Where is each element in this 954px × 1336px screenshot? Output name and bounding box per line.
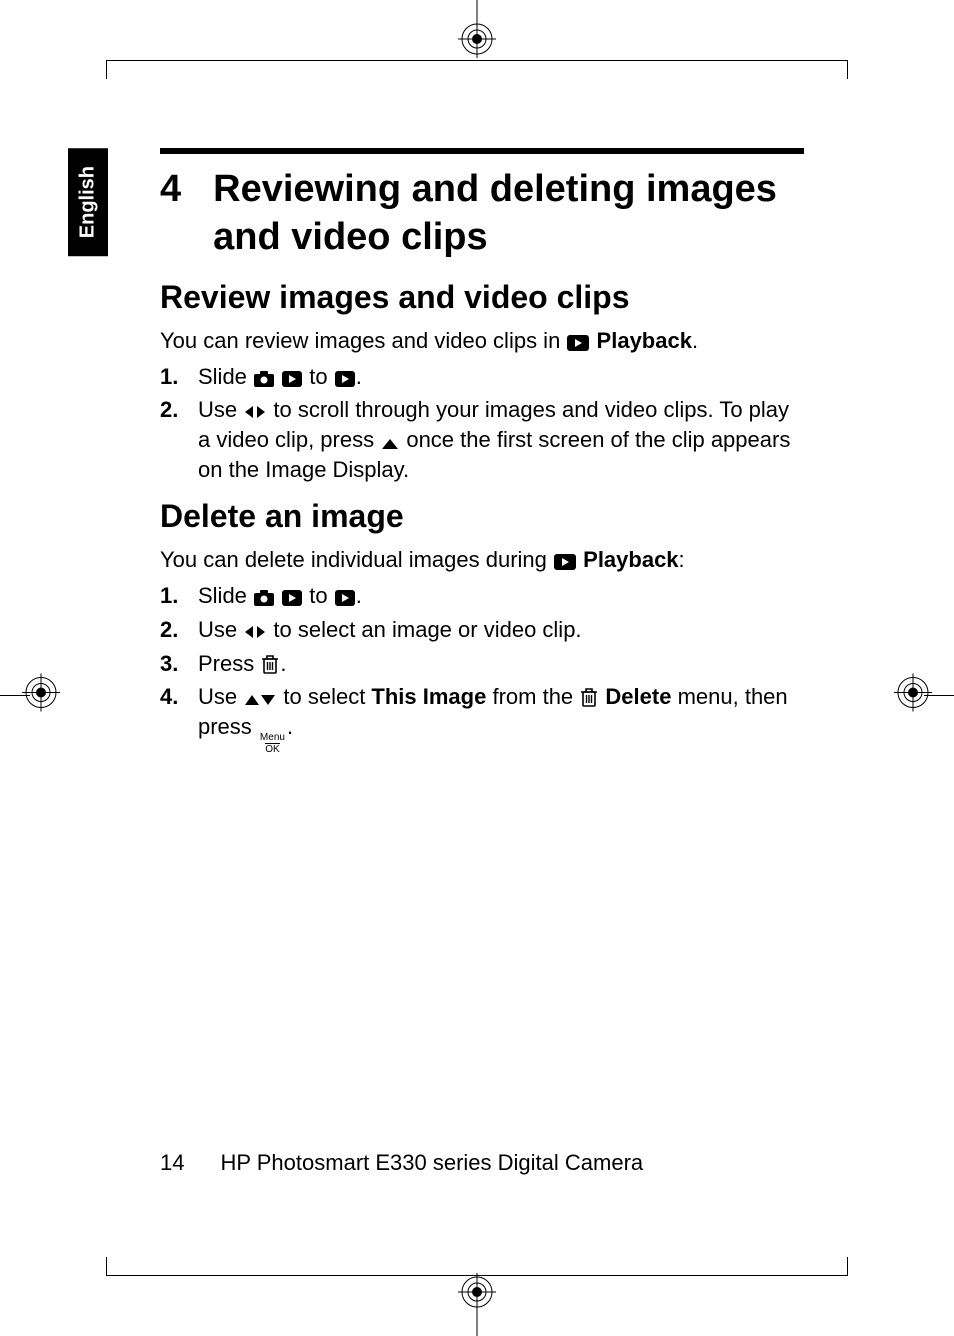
playback-icon [335, 590, 355, 606]
trash-icon [580, 687, 598, 707]
left-right-arrows-icon [244, 404, 266, 420]
page-number: 14 [160, 1150, 184, 1176]
registration-mark-icon [458, 20, 496, 63]
page-footer: 14 HP Photosmart E330 series Digital Cam… [160, 1150, 643, 1176]
section-intro: You can review images and video clips in… [160, 326, 804, 356]
chapter-title: Reviewing and deleting images and video … [213, 166, 804, 261]
section-heading: Review images and video clips [160, 279, 804, 316]
list-item: 1. Slide to . [160, 362, 804, 392]
chapter-heading: 4 Reviewing and deleting images and vide… [160, 166, 804, 261]
language-tab: English [68, 148, 108, 256]
footer-title: HP Photosmart E330 series Digital Camera [220, 1150, 643, 1176]
registration-mark-icon [458, 1273, 496, 1316]
registration-mark-icon [894, 673, 932, 716]
playback-icon [554, 554, 576, 570]
playback-icon [282, 371, 302, 387]
list-item: 1. Slide to . [160, 581, 804, 611]
section-intro: You can delete individual images during … [160, 545, 804, 575]
page-content: 4 Reviewing and deleting images and vide… [160, 148, 804, 1176]
playback-icon [282, 590, 302, 606]
camera-icon [254, 590, 274, 606]
list-item: 3. Press . [160, 649, 804, 679]
step-list: 1. Slide to . 2. Use to scroll through y… [160, 362, 804, 485]
registration-mark-icon [22, 673, 60, 716]
up-down-arrows-icon [244, 693, 276, 707]
up-arrow-icon [381, 438, 399, 450]
step-list: 1. Slide to . 2. Use to select an image … [160, 581, 804, 755]
list-item: 2. Use to select an image or video clip. [160, 615, 804, 645]
chapter-number: 4 [160, 166, 181, 261]
list-item: 4. Use to select This Image from the Del… [160, 682, 804, 755]
playback-icon [567, 335, 589, 351]
menu-ok-icon: MenuOK [260, 733, 285, 755]
chapter-rule [160, 148, 804, 154]
camera-icon [254, 371, 274, 387]
playback-icon [335, 371, 355, 387]
left-right-arrows-icon [244, 624, 266, 640]
section-heading: Delete an image [160, 498, 804, 535]
list-item: 2. Use to scroll through your images and… [160, 395, 804, 484]
trash-icon [261, 654, 279, 674]
